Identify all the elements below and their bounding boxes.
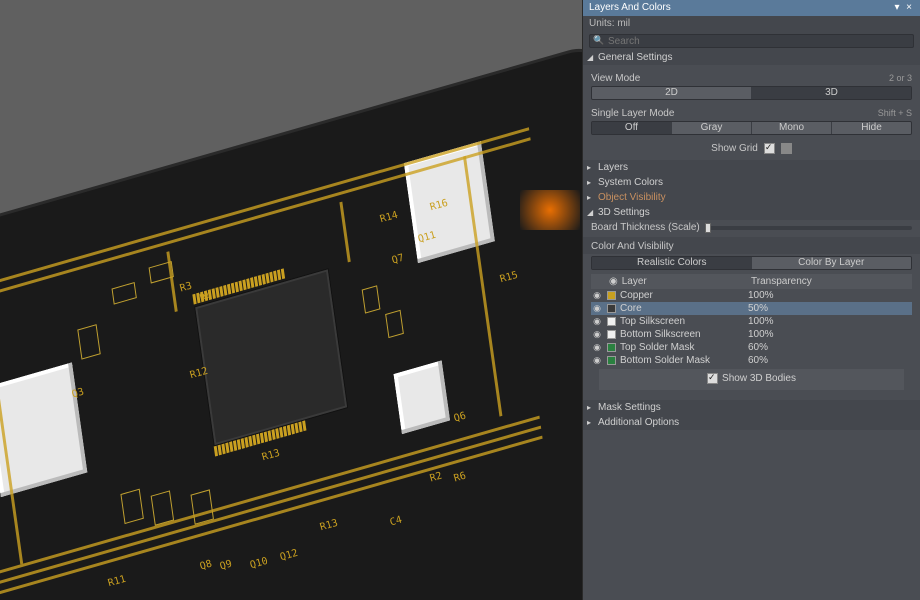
caret-right-icon: ▸ xyxy=(587,403,595,412)
single-layer-label: Single Layer Mode xyxy=(591,108,674,119)
units-row: Units: mil xyxy=(583,16,920,32)
pcb-scene: R16R14Q11Q7R3R4R13R12Q3R15R2R6Q12R13C4R1… xyxy=(0,0,582,600)
layer-transparency: 50% xyxy=(748,303,912,314)
visibility-eye-icon[interactable]: ◉ xyxy=(591,342,603,353)
single-layer-option-off[interactable]: Off xyxy=(592,122,672,134)
visibility-eye-icon[interactable]: ◉ xyxy=(591,290,603,301)
cav-tab-color by layer[interactable]: Color By Layer xyxy=(752,257,912,269)
caret-down-icon: ◢ xyxy=(587,53,595,62)
section-object-visibility[interactable]: ▸ Object Visibility xyxy=(583,190,920,205)
layer-color-swatch[interactable] xyxy=(607,343,616,352)
connector-left xyxy=(0,362,87,497)
layer-table: ◉Layer Transparency ◉Copper100%◉Core50%◉… xyxy=(583,274,920,400)
layer-transparency: 100% xyxy=(748,290,912,301)
layer-row[interactable]: ◉ Top Silkscreen100% xyxy=(591,315,912,328)
smd xyxy=(112,282,137,305)
connector-small xyxy=(394,360,450,434)
show-grid-checkbox[interactable] xyxy=(764,143,775,154)
eye-icon: ◉ xyxy=(609,276,618,287)
layer-row[interactable]: ◉ Core50% xyxy=(591,302,912,315)
view-mode-hint: 2 or 3 xyxy=(889,73,912,84)
layer-row[interactable]: ◉ Bottom Solder Mask60% xyxy=(591,354,912,367)
smd xyxy=(120,489,143,525)
caret-right-icon: ▸ xyxy=(587,418,595,427)
show-3d-bodies-row: Show 3D Bodies xyxy=(599,369,904,390)
section-additional-options[interactable]: ▸ Additional Options xyxy=(583,415,920,430)
layer-transparency: 60% xyxy=(748,355,912,366)
section-general-settings[interactable]: ◢ General Settings xyxy=(583,50,920,65)
smd xyxy=(385,310,404,338)
highlight-glow xyxy=(520,190,580,230)
smd xyxy=(362,285,381,313)
single-layer-hint: Shift + S xyxy=(878,108,912,119)
caret-down-icon: ◢ xyxy=(587,208,595,217)
single-layer-option-mono[interactable]: Mono xyxy=(752,122,832,134)
layer-color-swatch[interactable] xyxy=(607,317,616,326)
layer-name: Bottom Silkscreen xyxy=(620,329,748,340)
layer-color-swatch[interactable] xyxy=(607,304,616,313)
single-layer-segmented[interactable]: OffGrayMonoHide xyxy=(591,121,912,135)
caret-right-icon: ▸ xyxy=(587,193,595,202)
close-icon[interactable]: × xyxy=(904,0,914,16)
layer-color-swatch[interactable] xyxy=(607,356,616,365)
cav-tab-realistic colors[interactable]: Realistic Colors xyxy=(592,257,752,269)
single-layer-option-gray[interactable]: Gray xyxy=(672,122,752,134)
section-3d-settings[interactable]: ◢ 3D Settings xyxy=(583,205,920,220)
show-3d-bodies-checkbox[interactable] xyxy=(707,373,718,384)
section-mask-settings[interactable]: ▸ Mask Settings xyxy=(583,400,920,415)
layer-name: Bottom Solder Mask xyxy=(620,355,748,366)
color-visibility-header: Color And Visibility xyxy=(583,237,920,254)
pcb-board xyxy=(0,43,582,600)
single-layer-option-hide[interactable]: Hide xyxy=(832,122,911,134)
layer-name: Core xyxy=(620,303,748,314)
view-mode-option-3d[interactable]: 3D xyxy=(752,87,911,99)
panel-title-text: Layers And Colors xyxy=(589,0,671,16)
section-system-colors[interactable]: ▸ System Colors xyxy=(583,175,920,190)
panel-titlebar[interactable]: Layers And Colors ▾ × xyxy=(583,0,920,16)
layer-color-swatch[interactable] xyxy=(607,330,616,339)
search-row: 🔍 xyxy=(583,32,920,50)
color-visibility-tabs[interactable]: Realistic ColorsColor By Layer xyxy=(591,256,912,270)
layers-colors-panel: Layers And Colors ▾ × Units: mil 🔍 ◢ Gen… xyxy=(582,0,920,600)
show-3d-bodies-label: Show 3D Bodies xyxy=(722,373,796,384)
board-thickness-slider[interactable] xyxy=(705,226,912,230)
visibility-eye-icon[interactable]: ◉ xyxy=(591,355,603,366)
visibility-eye-icon[interactable]: ◉ xyxy=(591,316,603,327)
layer-transparency: 100% xyxy=(748,329,912,340)
layer-color-swatch[interactable] xyxy=(607,291,616,300)
search-input[interactable] xyxy=(589,34,914,48)
layer-transparency: 100% xyxy=(748,316,912,327)
view-mode-label: View Mode xyxy=(591,73,640,84)
section-layers[interactable]: ▸ Layers xyxy=(583,160,920,175)
board-thickness-row: Board Thickness (Scale) xyxy=(583,220,920,235)
pin-icon[interactable]: ▾ xyxy=(892,0,902,16)
layer-table-header: ◉Layer Transparency xyxy=(591,274,912,289)
caret-right-icon: ▸ xyxy=(587,178,595,187)
view-mode-option-2d[interactable]: 2D xyxy=(592,87,752,99)
search-icon: 🔍 xyxy=(593,35,604,46)
pcb-3d-viewport[interactable]: R16R14Q11Q7R3R4R13R12Q3R15R2R6Q12R13C4R1… xyxy=(0,0,582,600)
visibility-eye-icon[interactable]: ◉ xyxy=(591,303,603,314)
layer-row[interactable]: ◉ Copper100% xyxy=(591,289,912,302)
layer-transparency: 60% xyxy=(748,342,912,353)
visibility-eye-icon[interactable]: ◉ xyxy=(591,329,603,340)
general-settings-body: View Mode 2 or 3 2D3D Single Layer Mode … xyxy=(583,65,920,160)
caret-right-icon: ▸ xyxy=(587,163,595,172)
grid-color-swatch[interactable] xyxy=(781,143,792,154)
board-thickness-label: Board Thickness (Scale) xyxy=(591,222,701,233)
smd xyxy=(77,324,100,360)
layer-row[interactable]: ◉ Top Solder Mask60% xyxy=(591,341,912,354)
layer-name: Top Solder Mask xyxy=(620,342,748,353)
layer-row[interactable]: ◉ Bottom Silkscreen100% xyxy=(591,328,912,341)
layer-name: Top Silkscreen xyxy=(620,316,748,327)
layer-name: Copper xyxy=(620,290,748,301)
view-mode-segmented[interactable]: 2D3D xyxy=(591,86,912,100)
show-grid-label: Show Grid xyxy=(711,143,758,154)
